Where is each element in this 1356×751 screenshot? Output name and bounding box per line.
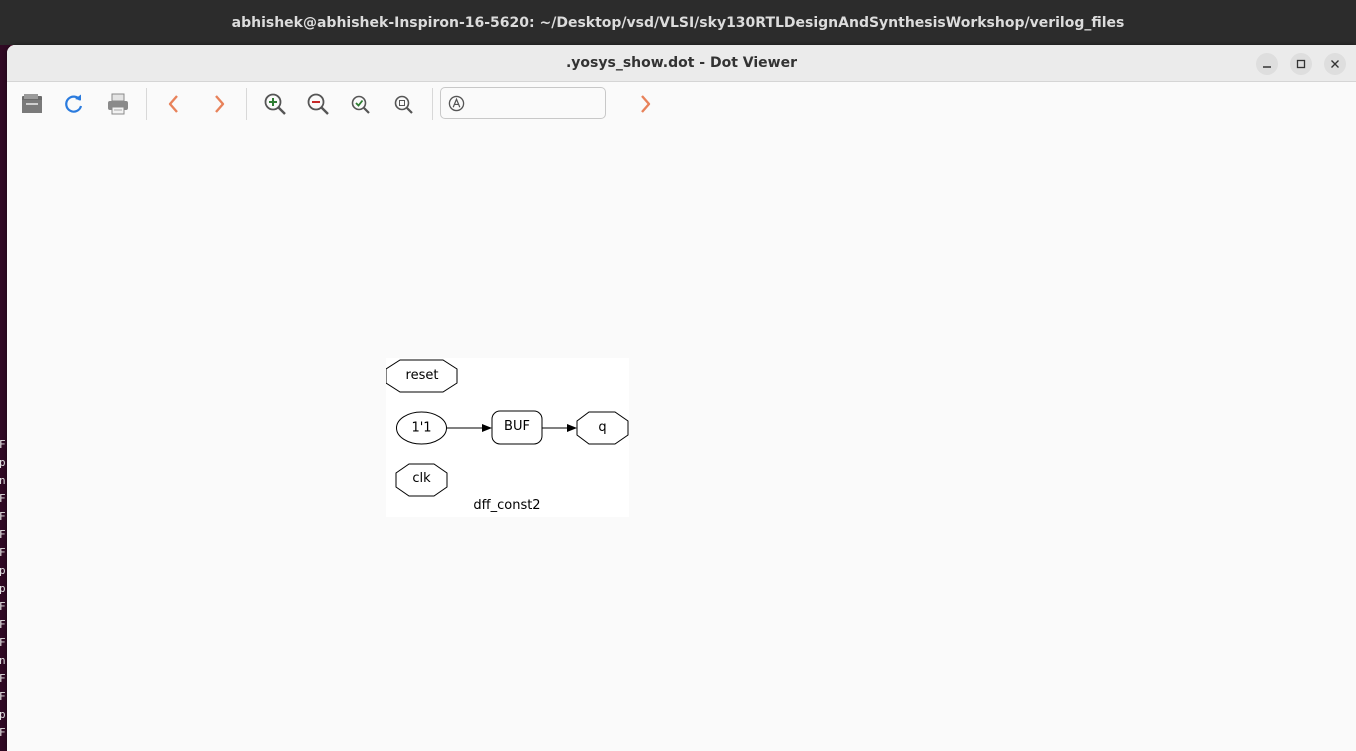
window-title: .yosys_show.dot - Dot Viewer <box>565 55 798 71</box>
close-button[interactable] <box>1324 53 1346 75</box>
find-next-icon <box>641 95 651 113</box>
terminal-titlebar: abhishek@abhishek-Inspiron-16-5620: ~/De… <box>0 0 1356 45</box>
node-buf-label: BUF <box>504 419 530 434</box>
node-q-label: q <box>598 420 606 435</box>
node-const-label: 1'1 <box>411 421 431 436</box>
toolbar-separator <box>432 88 433 120</box>
zoom-fit-icon <box>351 95 370 114</box>
graph-canvas[interactable]: reset 1'1 BUF q clk dff_const2 <box>7 127 1356 751</box>
node-reset[interactable]: reset <box>386 359 458 393</box>
node-clk[interactable]: clk <box>395 463 448 497</box>
node-q[interactable]: q <box>576 411 629 445</box>
zoom-100-button[interactable] <box>390 90 418 118</box>
toolbar <box>7 82 1356 126</box>
zoom-out-icon <box>307 93 329 115</box>
open-icon <box>22 94 42 113</box>
reload-icon <box>65 94 83 113</box>
node-const[interactable]: 1'1 <box>396 411 447 445</box>
node-clk-label: clk <box>412 471 431 486</box>
open-button[interactable] <box>18 90 46 118</box>
zoom-out-button[interactable] <box>304 90 332 118</box>
reload-button[interactable] <box>60 90 88 118</box>
zoom-in-icon <box>264 93 286 115</box>
window-header: .yosys_show.dot - Dot Viewer <box>7 45 1356 82</box>
maximize-icon <box>1296 59 1306 69</box>
node-reset-label: reset <box>406 368 439 383</box>
print-icon <box>108 93 128 115</box>
maximize-button[interactable] <box>1290 53 1312 75</box>
forward-icon <box>215 95 225 113</box>
toolbar-separator <box>246 88 247 120</box>
print-button[interactable] <box>104 90 132 118</box>
back-icon <box>168 95 178 113</box>
zoom-in-button[interactable] <box>261 90 289 118</box>
node-buf[interactable]: BUF <box>491 410 543 445</box>
terminal-title: abhishek@abhishek-Inspiron-16-5620: ~/De… <box>231 14 1125 31</box>
search-input[interactable] <box>469 92 603 116</box>
back-button[interactable] <box>160 90 188 118</box>
minimize-icon <box>1263 66 1271 68</box>
minimize-button[interactable] <box>1256 53 1278 75</box>
module-label: dff_const2 <box>473 498 540 513</box>
toolbar-separator <box>146 88 147 120</box>
zoom-100-icon <box>394 95 413 114</box>
forward-button[interactable] <box>205 90 233 118</box>
search-icon <box>448 95 465 112</box>
close-icon <box>1331 60 1339 68</box>
graph-diagram: reset 1'1 BUF q clk dff_const2 <box>386 358 629 517</box>
search-box[interactable] <box>440 87 606 119</box>
find-next-button[interactable] <box>631 90 659 118</box>
dot-viewer-window: .yosys_show.dot - Dot Viewer reset 1'1 B… <box>7 45 1356 751</box>
zoom-fit-button[interactable] <box>347 90 375 118</box>
